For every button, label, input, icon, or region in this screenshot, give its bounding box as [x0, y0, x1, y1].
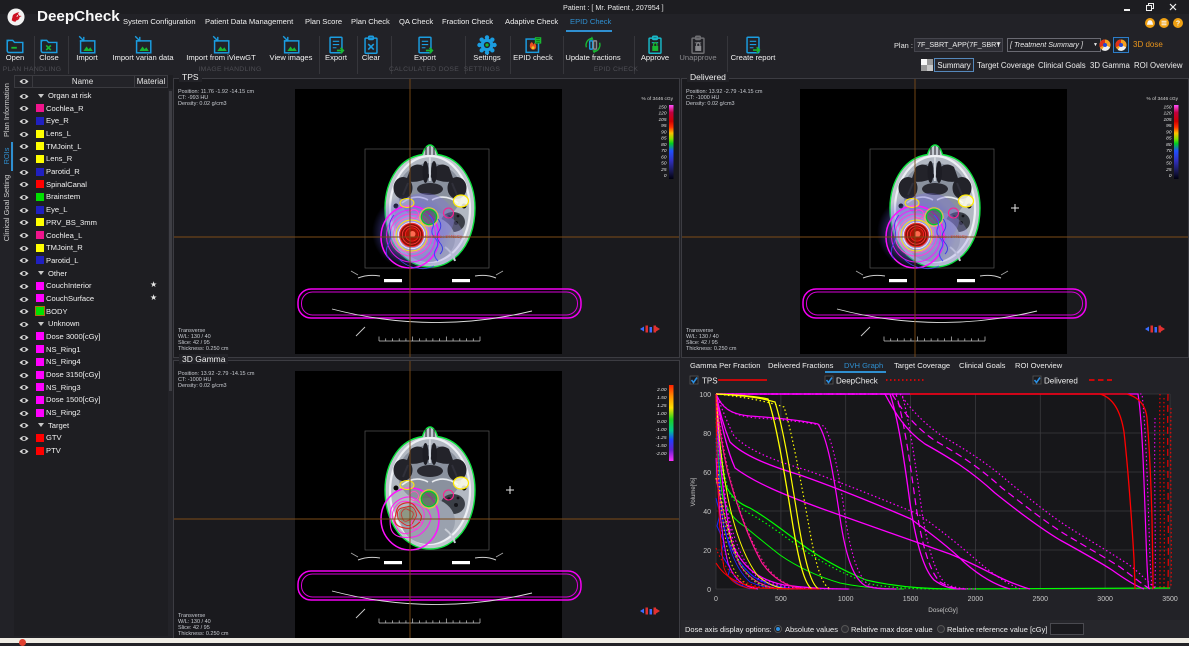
svg-text:1500: 1500	[903, 596, 919, 603]
svg-text:2000: 2000	[968, 596, 984, 603]
svg-text:Dose[cGy]: Dose[cGy]	[928, 607, 958, 614]
svg-text:500: 500	[775, 596, 787, 603]
svg-text:TPS: TPS	[702, 377, 718, 386]
svg-text:3500: 3500	[1162, 596, 1178, 603]
svg-text:DeepCheck: DeepCheck	[836, 377, 879, 386]
svg-text:Volume[%]: Volume[%]	[691, 477, 697, 506]
svg-text:3000: 3000	[1097, 596, 1113, 603]
svg-text:0: 0	[714, 596, 718, 603]
svg-text:0: 0	[707, 587, 711, 594]
svg-text:20: 20	[703, 548, 711, 555]
svg-text:?: ?	[1175, 20, 1179, 27]
svg-text:80: 80	[703, 431, 711, 438]
svg-text:2500: 2500	[1033, 596, 1049, 603]
svg-text:Delivered: Delivered	[1044, 377, 1078, 386]
svg-text:100: 100	[699, 392, 711, 399]
svg-text:60: 60	[703, 470, 711, 477]
svg-text:40: 40	[703, 509, 711, 516]
svg-text:1000: 1000	[838, 596, 854, 603]
